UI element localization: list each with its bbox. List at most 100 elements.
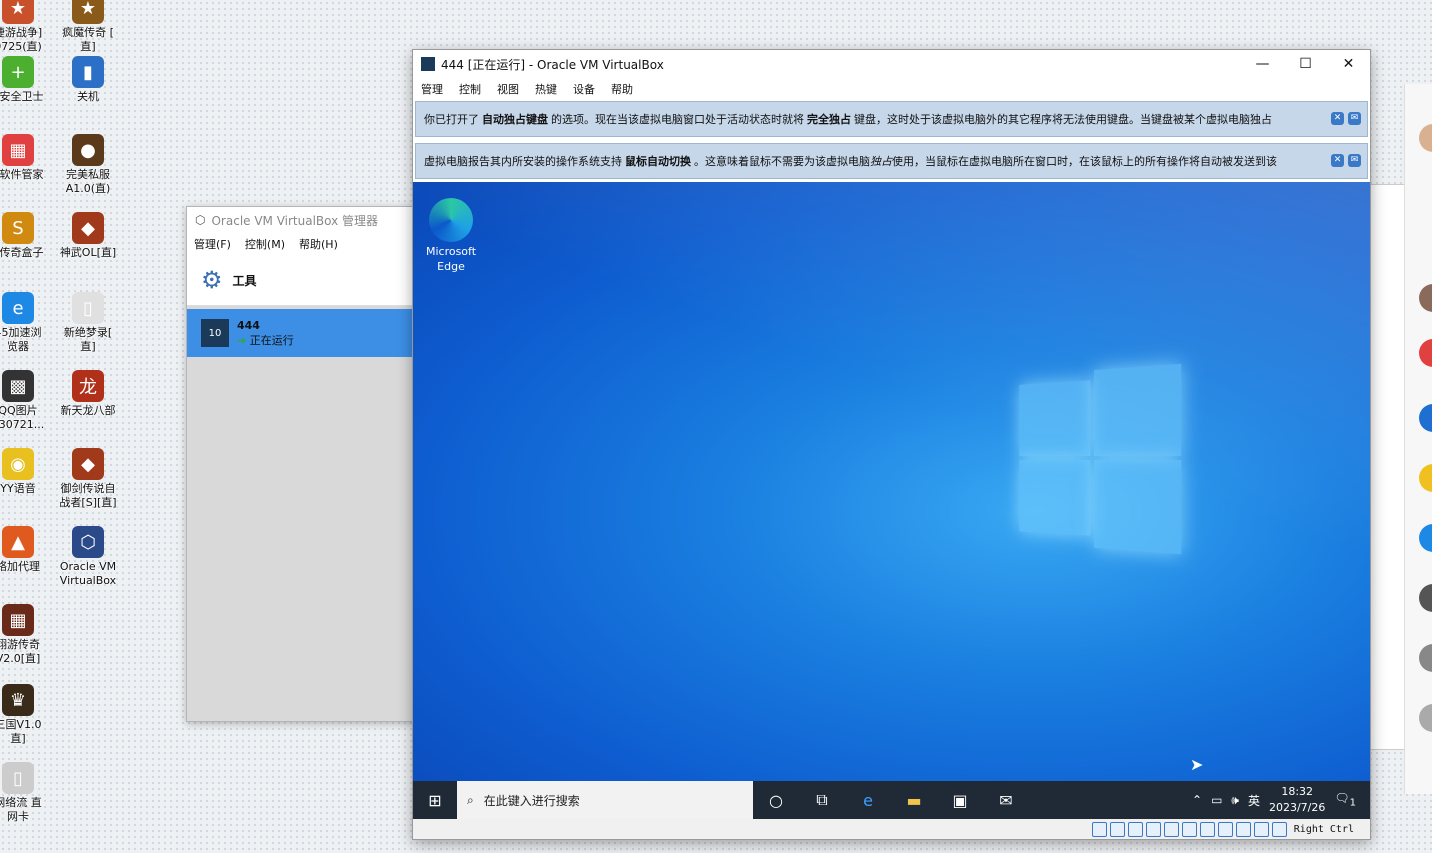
vm-list-item-444[interactable]: 10 444 ➔ 正在运行	[187, 309, 427, 357]
avatar[interactable]	[1419, 524, 1432, 552]
menu-machine[interactable]: 控制(M)	[245, 236, 285, 252]
usb-icon[interactable]	[1163, 821, 1179, 837]
audio-icon[interactable]	[1127, 821, 1143, 837]
file-explorer-icon[interactable]: ▬	[891, 791, 937, 810]
store-icon[interactable]: ▣	[937, 791, 983, 810]
app-icon: e	[2, 292, 34, 324]
wallpaper-light	[413, 182, 1370, 781]
desktop-icon-label: 网络流 直 网卡	[0, 796, 42, 823]
avatar[interactable]	[1419, 404, 1432, 432]
close-notice-icon[interactable]: ✕	[1331, 154, 1344, 167]
desktop-icon[interactable]: ▩QQ图片 230721...	[0, 370, 50, 432]
right-side-panel	[1404, 84, 1432, 794]
cpu-icon[interactable]	[1235, 821, 1251, 837]
menu-manage[interactable]: 管理	[421, 81, 443, 97]
avatar[interactable]	[1419, 339, 1432, 367]
desktop-icon-label: 新天龙八部	[60, 404, 116, 417]
menu-help[interactable]: 帮助(H)	[299, 236, 338, 252]
avatar[interactable]	[1419, 584, 1432, 612]
search-icon: ⌕	[467, 792, 474, 807]
desktop-icon[interactable]: +0安全卫士	[0, 56, 50, 104]
manager-menubar: 管理(F) 控制(M) 帮助(H)	[187, 233, 427, 255]
desktop-icon-label: 完美私服 A1.0(直)	[65, 168, 111, 195]
desktop-icon[interactable]: ▯ 新绝梦录[ 直]	[56, 292, 120, 354]
minimize-button[interactable]: —	[1241, 56, 1284, 72]
clock[interactable]: 18:32 2023/7/26	[1269, 784, 1325, 816]
desktop-icon[interactable]: ▦ 翔游传奇 V2.0[直]	[0, 604, 50, 666]
notice2-text-b: 。这意味着鼠标不需要为该虚拟电脑	[694, 155, 870, 168]
menu-file[interactable]: 管理(F)	[194, 236, 231, 252]
notification-icon[interactable]: 🗨1	[1334, 791, 1356, 808]
menu-devices[interactable]: 设备	[573, 81, 595, 97]
desktop-icon[interactable]: ▲ 络加代理	[0, 526, 50, 574]
menu-control[interactable]: 控制	[459, 81, 481, 97]
avatar[interactable]	[1419, 464, 1432, 492]
close-notice-icon[interactable]: ✕	[1331, 112, 1344, 125]
desktop-icon[interactable]: e45加速浏 览器	[0, 292, 50, 354]
close-button[interactable]: ✕	[1327, 56, 1370, 72]
desktop-icon[interactable]: ⬡ Oracle VM VirtualBox	[56, 526, 120, 588]
desktop-icon[interactable]: S 0传奇盒子	[0, 212, 50, 260]
mail-icon[interactable]: ✉	[983, 791, 1029, 810]
menu-view[interactable]: 视图	[497, 81, 519, 97]
manager-title: Oracle VM VirtualBox 管理器	[211, 213, 379, 228]
volume-icon[interactable]: 🕪	[1231, 793, 1239, 808]
desktop-icon[interactable]: ▦ 0软件管家	[0, 134, 50, 182]
desktop-icon-edge[interactable]: Microsoft Edge	[421, 198, 481, 274]
desktop-icon[interactable]: ◉ YY语音	[0, 448, 50, 496]
vm-menubar: 管理 控制 视图 热键 设备 帮助	[413, 78, 1370, 100]
avatar[interactable]	[1419, 284, 1432, 312]
manager-titlebar[interactable]: ⬡ Oracle VM VirtualBox 管理器	[187, 207, 427, 233]
taskbar-search[interactable]: ⌕ 在此键入进行搜索	[457, 781, 753, 819]
desktop-icon[interactable]: ★捷游战争] 0725(直)	[0, 0, 50, 54]
desktop-icon[interactable]: 龙新天龙八部	[56, 370, 120, 418]
desktop-icon[interactable]: ★ 疯魔传奇 [ 直]	[56, 0, 120, 54]
vm-display[interactable]: Microsoft Edge ➤	[413, 182, 1370, 781]
hard-disk-icon[interactable]	[1091, 821, 1107, 837]
app-icon: ◆	[72, 448, 104, 480]
cortana-icon[interactable]: ○	[753, 791, 799, 810]
desktop-icon-label: 疯魔传奇 [ 直]	[62, 26, 114, 53]
desktop-icon[interactable]: ◆ 御剑传说自 战者[S][直]	[56, 448, 120, 510]
desktop-icon[interactable]: ▮ 关机	[56, 56, 120, 104]
shared-folder-icon[interactable]	[1181, 821, 1197, 837]
mute-notice-icon[interactable]: ✉	[1348, 154, 1361, 167]
desktop-icon[interactable]: ◆ 神武OL[直]	[56, 212, 120, 260]
maximize-button[interactable]: ☐	[1284, 56, 1327, 72]
mute-notice-icon[interactable]: ✉	[1348, 112, 1361, 125]
optical-drive-icon[interactable]	[1109, 821, 1125, 837]
app-icon: ♛	[2, 684, 34, 716]
windows-logo	[1019, 363, 1182, 555]
tools-icon: ⚙	[201, 266, 223, 294]
avatar[interactable]	[1419, 644, 1432, 672]
menu-hotkey[interactable]: 热键	[535, 81, 557, 97]
keyboard-icon[interactable]	[1271, 821, 1287, 837]
avatar[interactable]	[1419, 704, 1432, 732]
notice1-text-a: 你已打开了	[424, 113, 479, 126]
clock-time: 18:32	[1281, 785, 1314, 798]
desktop-icon-label: Oracle VM VirtualBox	[59, 560, 117, 587]
network-icon[interactable]: ▭	[1211, 793, 1222, 807]
menu-help[interactable]: 帮助	[611, 81, 633, 97]
network-adapter-icon[interactable]	[1145, 821, 1161, 837]
vm-titlebar[interactable]: 444 [正在运行] - Oracle VM VirtualBox — ☐ ✕	[413, 50, 1370, 78]
desktop-icon[interactable]: ▯网络流 直 网卡	[0, 762, 50, 824]
ime-indicator[interactable]: 英	[1248, 792, 1260, 809]
edge-icon	[429, 198, 473, 242]
task-view-icon[interactable]: ⧉	[799, 790, 845, 810]
desktop-icon[interactable]: ● 完美私服 A1.0(直)	[56, 134, 120, 196]
edge-taskbar-icon[interactable]: e	[845, 791, 891, 810]
desktop-icon-label: 0传奇盒子	[0, 246, 44, 259]
notice1-bold-a: 自动独占键盘	[482, 113, 548, 126]
tools-item[interactable]: ⚙ 工具	[187, 255, 427, 306]
start-button[interactable]: ⊞	[413, 791, 457, 810]
mouse-integration-icon[interactable]	[1253, 821, 1269, 837]
recording-icon[interactable]	[1217, 821, 1233, 837]
vm-window-icon	[421, 57, 435, 71]
desktop-icon[interactable]: ♛三国V1.0 直]	[0, 684, 50, 746]
display-icon[interactable]	[1199, 821, 1215, 837]
avatar[interactable]	[1419, 124, 1432, 152]
notice2-text-a: 虚拟电脑报告其内所安装的操作系统支持	[424, 155, 622, 168]
desktop-icon-label: QQ图片 230721...	[0, 404, 45, 431]
chevron-up-icon[interactable]: ⌃	[1192, 793, 1202, 807]
